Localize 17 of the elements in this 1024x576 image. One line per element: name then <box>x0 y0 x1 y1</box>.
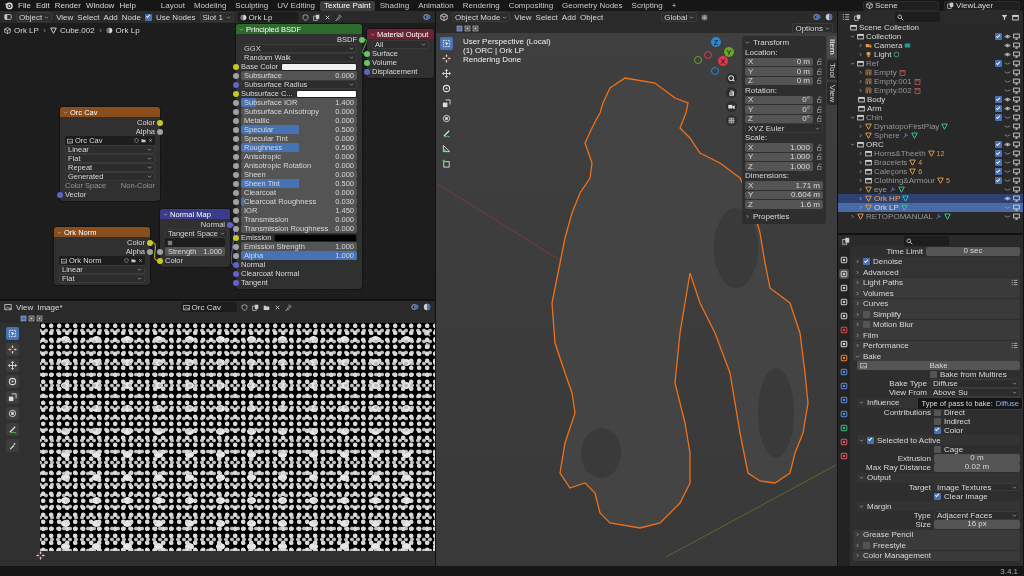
group-label: Scale: <box>745 133 768 143</box>
field-label: Contributions <box>882 407 931 417</box>
field-label: Bake Type <box>888 379 927 388</box>
group-label: Dimensions: <box>745 171 789 181</box>
group-label: Location: <box>745 47 778 57</box>
field-label: Time Limit <box>885 247 923 256</box>
field-label: Extrusion <box>896 454 931 463</box>
field-label: Target <box>907 482 931 492</box>
group-label: Rotation: <box>745 85 778 95</box>
field-label: Type <box>912 511 931 520</box>
field-label: Max Ray Distance <box>865 463 931 472</box>
viewport-info-text: Rendering Done <box>463 55 523 64</box>
field-label: Size <box>914 520 931 529</box>
version-label: 3.4.1 <box>1000 566 1018 576</box>
field-label: View From <box>887 388 927 397</box>
viewport-info-text: (1) ORC | Ork LP <box>463 46 526 55</box>
viewport-info-text: User Perspective (Local) <box>463 37 551 46</box>
